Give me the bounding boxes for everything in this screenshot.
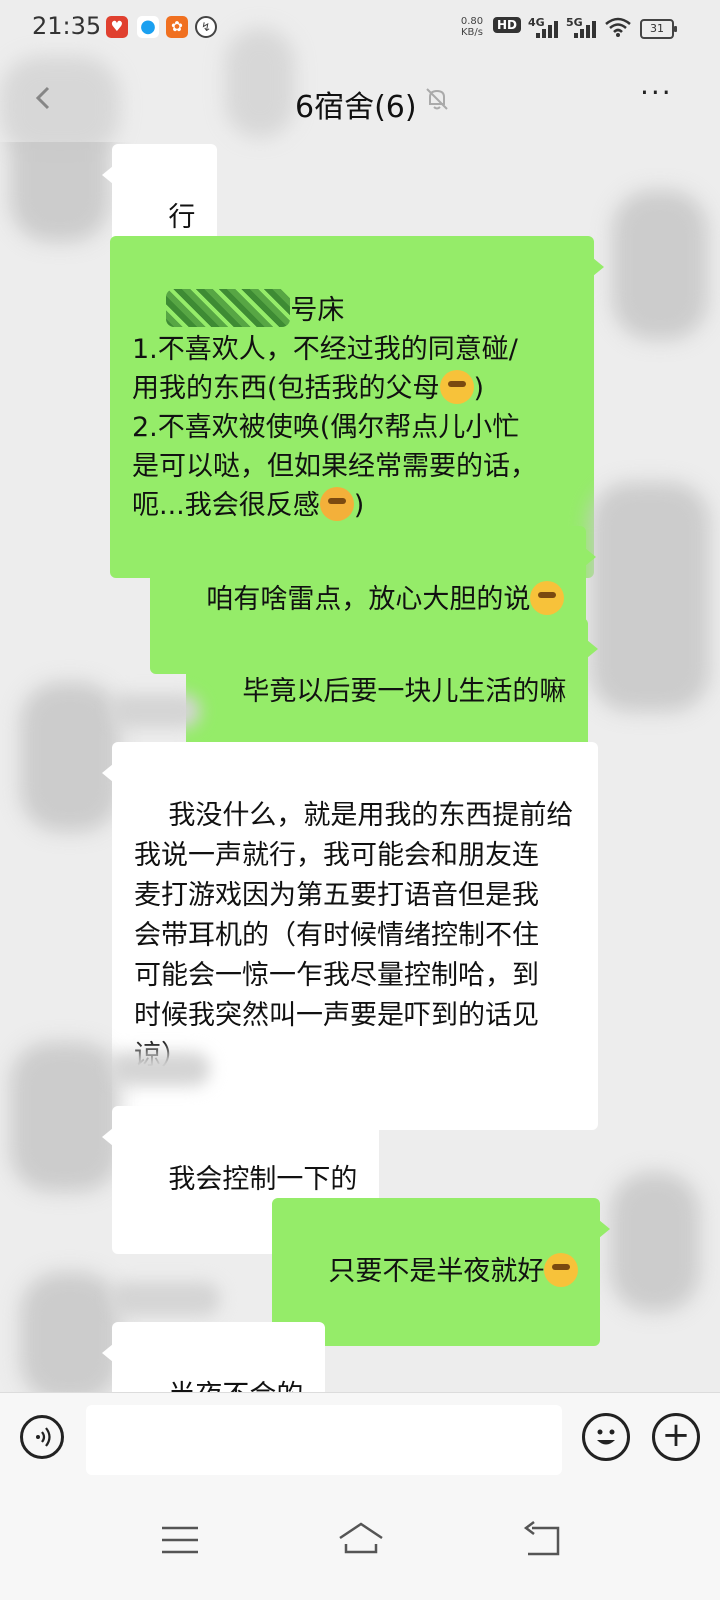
sender-name bbox=[110, 1282, 220, 1316]
message-text: 只要不是半夜就好 bbox=[328, 1256, 545, 1287]
net-speed: 0.80 KB/s bbox=[456, 16, 488, 38]
message-text: 毕竟以后要一块儿生活的嘛 bbox=[242, 676, 567, 707]
net-speed-value: 0.80 bbox=[460, 16, 484, 27]
avatar[interactable] bbox=[10, 142, 110, 242]
grinning-emoji-icon bbox=[544, 1253, 579, 1287]
avatar[interactable] bbox=[20, 682, 120, 832]
red-app-icon: ♥ bbox=[106, 16, 128, 38]
qq-penguin-icon: ● bbox=[137, 16, 159, 38]
smile-icon[interactable] bbox=[582, 1413, 630, 1461]
scribbled-name bbox=[166, 289, 291, 327]
status-time: 21:35 bbox=[32, 12, 102, 40]
message-text: ) bbox=[353, 490, 365, 521]
system-nav-bar bbox=[0, 1484, 720, 1600]
more-dots-icon[interactable]: ··· bbox=[640, 79, 680, 110]
home-icon[interactable] bbox=[336, 1520, 386, 1560]
net-speed-unit: KB/s bbox=[461, 27, 483, 38]
crying-laughing-emoji-icon bbox=[439, 370, 474, 404]
hd-badge: HD bbox=[493, 17, 522, 33]
message-text: 我没什么，就是用我的东西提前给 我说一声就行，我可能会和朋友连 麦打游戏因为第五… bbox=[134, 800, 574, 1071]
message-text: 我会控制一下的 bbox=[168, 1164, 358, 1195]
wifi-icon bbox=[605, 17, 631, 37]
plus-icon[interactable]: + bbox=[652, 1413, 700, 1461]
message-text: 号床 bbox=[290, 295, 345, 326]
message-text: 行 bbox=[168, 202, 196, 233]
message-input[interactable] bbox=[86, 1405, 562, 1475]
message-text: 半夜不会的 bbox=[168, 1380, 303, 1392]
shushing-emoji-icon bbox=[530, 581, 565, 615]
avatar[interactable] bbox=[612, 190, 708, 340]
menu-icon[interactable] bbox=[158, 1520, 202, 1560]
angry-emoji-icon bbox=[319, 487, 354, 521]
avatar[interactable] bbox=[590, 482, 710, 712]
orange-app-icon: ✿ bbox=[166, 16, 188, 38]
bell-off-icon bbox=[426, 88, 448, 110]
chat-header: 6宿舍(6) ··· bbox=[0, 28, 720, 156]
blurred-region bbox=[0, 56, 120, 156]
sender-name bbox=[110, 694, 200, 728]
blurred-region bbox=[225, 28, 295, 138]
avatar[interactable] bbox=[610, 1172, 700, 1312]
status-bar: 21:35 ♥ ● ✿ ↯ 0.80 KB/s HD 4G 5G 31 bbox=[0, 0, 720, 58]
circle-app-icon: ↯ bbox=[195, 16, 217, 38]
chat-title: 6宿舍(6) bbox=[295, 90, 417, 125]
signal-icon bbox=[536, 18, 562, 38]
message-list[interactable]: 行 号床 1.不喜欢人，不经过我的同意碰/ 用我的东西(包括我的父母) 2.不喜… bbox=[0, 142, 720, 1392]
avatar[interactable] bbox=[10, 1042, 120, 1192]
sender-name bbox=[110, 1052, 210, 1086]
back-icon[interactable] bbox=[522, 1520, 566, 1560]
input-bar: + bbox=[0, 1392, 720, 1485]
voice-icon[interactable] bbox=[20, 1415, 64, 1459]
message-text: 咱有啥雷点，放心大胆的说 bbox=[206, 584, 531, 615]
message-bubble-incoming[interactable]: 半夜不会的 bbox=[101, 1322, 326, 1392]
battery-icon: 31 bbox=[640, 19, 677, 39]
signal-icon-2 bbox=[574, 18, 600, 38]
avatar[interactable] bbox=[20, 1272, 120, 1392]
